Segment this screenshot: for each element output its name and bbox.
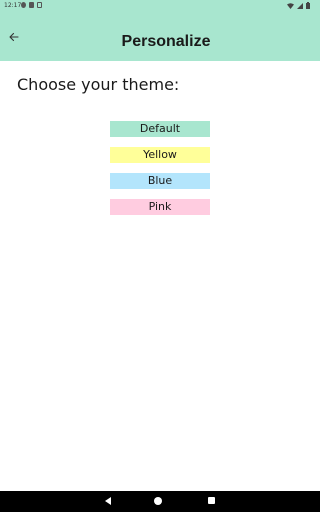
status-bar: 12:17	[0, 0, 320, 11]
theme-prompt: Choose your theme:	[17, 75, 180, 94]
arrow-back-icon	[9, 32, 19, 42]
navigation-bar	[0, 491, 320, 512]
theme-blue-button[interactable]: Blue	[110, 173, 210, 189]
page-title: Personalize	[121, 33, 211, 50]
nav-home-icon[interactable]	[154, 497, 162, 505]
notification-a-icon	[21, 2, 26, 8]
sd-card-icon	[29, 2, 34, 8]
status-icons-left	[21, 2, 42, 8]
theme-default-button[interactable]: Default	[110, 121, 210, 137]
sim-icon	[37, 2, 42, 8]
theme-pink-button[interactable]: Pink	[110, 199, 210, 215]
app-bar: Personalize	[0, 11, 320, 61]
back-button[interactable]	[6, 29, 22, 43]
status-icons-right	[287, 2, 310, 9]
status-time: 12:17	[4, 2, 22, 9]
battery-icon	[306, 2, 310, 9]
wifi-icon	[287, 2, 294, 9]
nav-back-icon[interactable]	[105, 497, 111, 505]
nav-recents-icon[interactable]	[208, 497, 215, 504]
signal-icon	[297, 2, 303, 9]
theme-yellow-button[interactable]: Yellow	[110, 147, 210, 163]
